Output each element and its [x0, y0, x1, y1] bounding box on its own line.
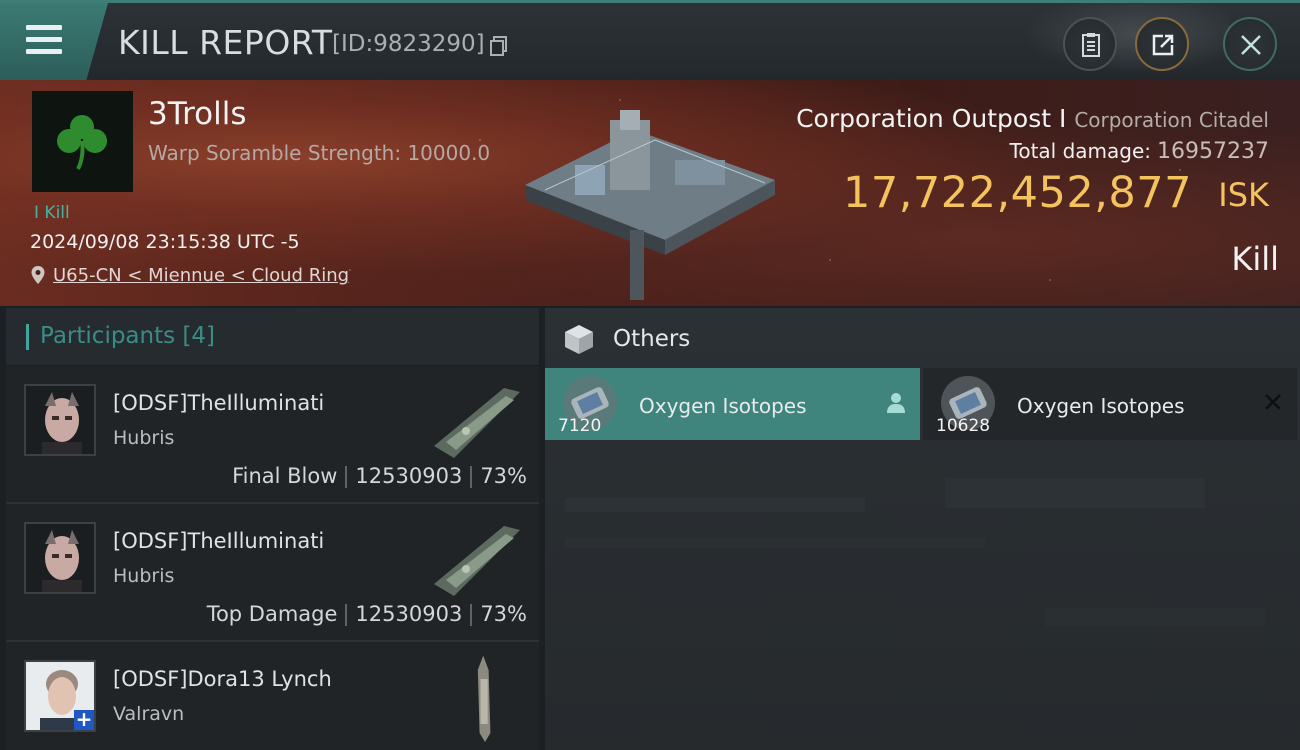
avatar[interactable] [24, 522, 96, 594]
header-bar: KILL REPORT [ID:9823290] [0, 0, 1300, 81]
close-button[interactable] [1223, 17, 1277, 71]
participant-role: Final Blow [232, 464, 338, 488]
ship-image [434, 388, 520, 458]
participant-row[interactable]: [ODSF]TheIlluminati Hubris Final Blow 125… [6, 366, 539, 504]
location-pin-icon [31, 266, 45, 284]
location-link[interactable]: U65-CN < Miennue < Cloud Ring [53, 265, 349, 286]
isk-unit: ISK [1218, 176, 1269, 214]
total-damage: Total damage: 16957237 [1010, 139, 1269, 164]
others-header: Others [545, 308, 1300, 366]
total-damage-label: Total damage: [1009, 139, 1152, 163]
participant-stats: Final Blow 12530903 73% [232, 464, 527, 488]
victim-stat: Warp Soramble Strength: 10000.0 [148, 141, 491, 165]
item-quantity: 10628 [936, 416, 991, 436]
share-button[interactable] [1135, 17, 1189, 71]
participant-stats: Top Damage 12530903 73% [207, 602, 527, 626]
add-icon[interactable]: + [74, 709, 94, 730]
loot-item[interactable]: 10628 Oxygen Isotopes [923, 368, 1297, 440]
structure-type: Corporation Outpost I [796, 104, 1067, 133]
total-damage-value: 16957237 [1157, 139, 1269, 164]
copy-icon[interactable] [490, 36, 508, 56]
clover-icon [57, 115, 107, 170]
participant-name: [ODSF]Dora13 Lynch [113, 667, 332, 691]
page-title: KILL REPORT [118, 23, 333, 62]
others-panel: Others 7120 Oxygen Isotopes 10628 Oxygen… [545, 308, 1300, 750]
destroyed-x-icon [1265, 394, 1281, 410]
menu-icon [26, 25, 62, 55]
person-icon [887, 393, 905, 413]
share-icon [1152, 34, 1174, 56]
participant-percent: 73% [480, 464, 527, 488]
others-title: Others [613, 326, 691, 352]
isk-value: 17,722,452,877 [843, 168, 1192, 218]
menu-button[interactable] [0, 3, 108, 80]
participants-count: [4] [182, 323, 216, 349]
loot-item[interactable]: 7120 Oxygen Isotopes [545, 368, 920, 440]
participant-name: [ODSF]TheIlluminati [113, 391, 325, 415]
item-quantity: 7120 [558, 416, 602, 436]
structure-class: Corporation Citadel [1074, 108, 1269, 132]
report-id: [ID:9823290] [332, 31, 485, 57]
participant-damage: 12530903 [355, 464, 463, 488]
background-graphic [565, 478, 1265, 626]
victim-corp-logo[interactable] [32, 91, 133, 192]
cube-icon [565, 325, 593, 354]
ship-image [434, 526, 520, 596]
participant-role: Top Damage [206, 602, 338, 626]
close-icon [1241, 35, 1261, 55]
structure-name: Corporation Outpost I Corporation Citade… [796, 104, 1269, 133]
kill-banner: 3Trolls Warp Soramble Strength: 10000.0 … [0, 80, 1300, 306]
accent-bar [26, 324, 29, 350]
participant-ship: Hubris [113, 565, 175, 587]
participant-row[interactable]: [ODSF]TheIlluminati Hubris Top Damage 125… [6, 504, 539, 642]
participant-ship: Valravn [113, 703, 185, 725]
kill-tag: I Kill [34, 203, 70, 223]
victim-name: 3Trolls [148, 96, 247, 132]
item-name: Oxygen Isotopes [1017, 394, 1185, 418]
avatar[interactable] [24, 384, 96, 456]
participant-ship: Hubris [113, 427, 175, 449]
avatar[interactable]: + [24, 660, 96, 732]
kill-result: Kill [1231, 240, 1279, 278]
participants-header: Participants [4] [6, 308, 539, 366]
kill-timestamp: 2024/09/08 23:15:38 UTC -5 [30, 231, 300, 253]
clipboard-button[interactable] [1063, 17, 1117, 71]
participants-panel: Participants [4] [ODSF]TheIlluminati Hub… [6, 308, 539, 750]
participant-name: [ODSF]TheIlluminati [113, 529, 325, 553]
clipboard-icon [1082, 33, 1100, 57]
item-name: Oxygen Isotopes [639, 394, 807, 418]
participants-title: Participants [4] [40, 323, 216, 349]
participant-damage: 12530903 [355, 602, 463, 626]
participant-percent: 73% [480, 602, 527, 626]
structure-image [525, 110, 775, 300]
participant-row[interactable]: + [ODSF]Dora13 Lynch Valravn [6, 642, 539, 750]
ship-image [477, 655, 491, 742]
